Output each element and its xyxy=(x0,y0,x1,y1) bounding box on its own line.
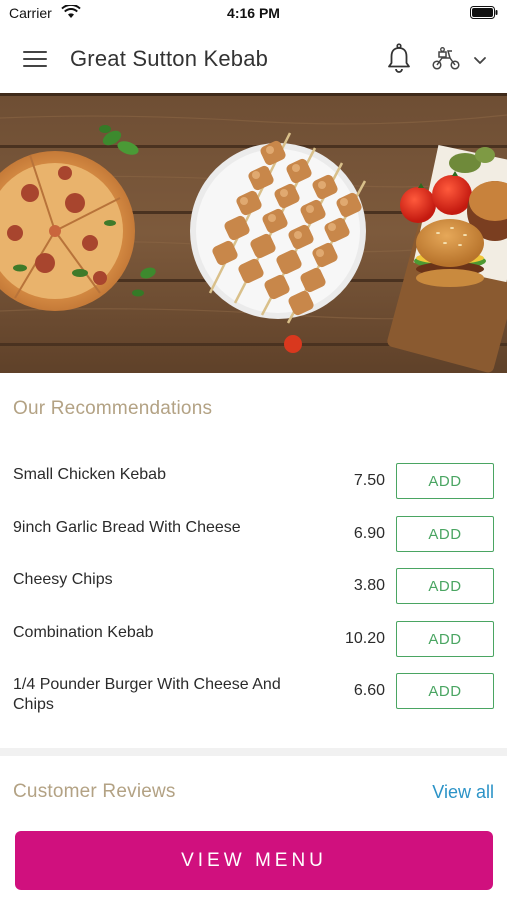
item-name: 9inch Garlic Bread With Cheese xyxy=(13,519,241,536)
item-price: 6.90 xyxy=(353,525,385,542)
chevron-down-icon[interactable] xyxy=(472,54,488,66)
add-button[interactable]: ADD xyxy=(396,568,494,604)
hero-food-image xyxy=(0,93,507,373)
battery-icon xyxy=(470,6,498,19)
reviews-title: Customer Reviews xyxy=(13,781,176,802)
item-name: 1/4 Pounder Burger With Cheese And Chips xyxy=(13,676,281,713)
add-button[interactable]: ADD xyxy=(396,673,494,709)
list-item: Cheesy Chips 3.80 ADD xyxy=(0,568,507,620)
recommendations-title: Our Recommendations xyxy=(13,398,213,419)
list-item: 9inch Garlic Bread With Cheese 6.90 ADD xyxy=(0,516,507,568)
item-price: 3.80 xyxy=(353,577,385,594)
add-button[interactable]: ADD xyxy=(396,621,494,657)
scooter-delivery-icon[interactable] xyxy=(431,47,461,71)
list-item: Combination Kebab 10.20 ADD xyxy=(0,621,507,673)
view-all-link[interactable]: View all xyxy=(432,782,494,803)
item-name: Small Chicken Kebab xyxy=(13,466,166,483)
item-price: 6.60 xyxy=(353,682,385,699)
item-name: Combination Kebab xyxy=(13,624,154,641)
list-item: Small Chicken Kebab 7.50 ADD xyxy=(0,463,507,515)
status-time: 4:16 PM xyxy=(227,5,280,21)
status-bar: Carrier 4:16 PM xyxy=(0,0,507,26)
section-divider xyxy=(0,748,507,756)
item-name: Cheesy Chips xyxy=(13,571,113,588)
add-button[interactable]: ADD xyxy=(396,463,494,499)
app-header: Great Sutton Kebab xyxy=(0,28,507,92)
view-menu-button[interactable]: VIEW MENU xyxy=(15,831,493,890)
item-price: 10.20 xyxy=(344,630,385,647)
list-item: 1/4 Pounder Burger With Cheese And Chips… xyxy=(0,673,507,733)
add-button[interactable]: ADD xyxy=(396,516,494,552)
bell-icon[interactable] xyxy=(386,43,412,73)
page-title: Great Sutton Kebab xyxy=(70,46,269,71)
item-price: 7.50 xyxy=(353,472,385,489)
hamburger-menu-icon[interactable] xyxy=(23,49,47,69)
